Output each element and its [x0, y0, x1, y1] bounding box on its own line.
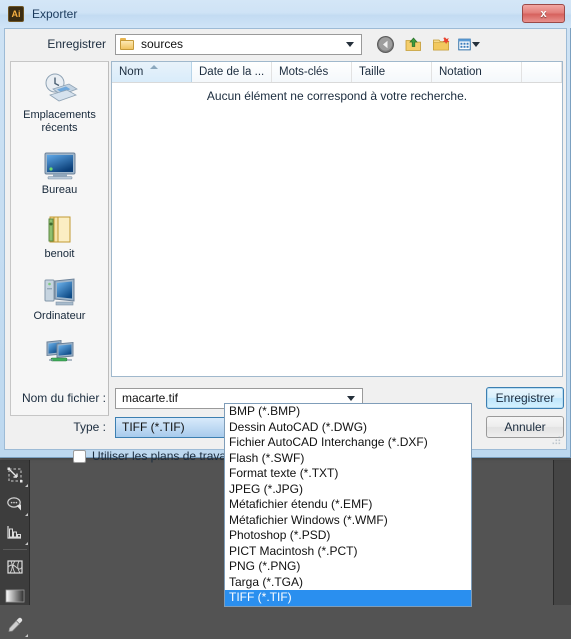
symbol-sprayer-tool[interactable] — [0, 489, 30, 518]
file-list-view[interactable]: Nom Date de la ... Mots-clés Taille Nota… — [111, 61, 563, 377]
filetype-option[interactable]: Targa (*.TGA) — [225, 575, 471, 591]
save-button[interactable]: Enregistrer — [486, 387, 564, 409]
filetype-option[interactable]: JPEG (*.JPG) — [225, 482, 471, 498]
use-artboards-label: Utiliser les plans de travail ( — [92, 449, 239, 463]
close-button[interactable]: x — [522, 4, 565, 23]
views-icon — [458, 38, 471, 50]
new-folder-icon — [432, 36, 449, 50]
filetype-option[interactable]: BMP (*.BMP) — [225, 404, 471, 420]
nav-button-group — [374, 33, 480, 55]
column-header-date[interactable]: Date de la ... — [192, 62, 272, 82]
place-label: Bureau — [41, 184, 78, 196]
filetype-option[interactable]: Format texte (*.TXT) — [225, 466, 471, 482]
right-dock-panel — [553, 460, 571, 605]
column-header-rating[interactable]: Notation — [432, 62, 522, 82]
mesh-icon — [7, 559, 23, 574]
place-item-network[interactable] — [11, 329, 108, 374]
user-folder-icon — [48, 216, 70, 243]
column-graph-icon — [7, 525, 21, 539]
filetype-option[interactable]: Flash (*.SWF) — [225, 451, 471, 467]
filetype-option[interactable]: PICT Macintosh (*.PCT) — [225, 544, 471, 560]
navigation-toolbar: Enregistrer sources — [5, 29, 566, 59]
place-label: Ordinateur — [33, 310, 86, 322]
place-label: benoit — [44, 248, 75, 260]
tool-flyout-corner — [25, 634, 28, 637]
filetype-option[interactable]: Dessin AutoCAD (*.DWG) — [225, 420, 471, 436]
place-item-recent[interactable]: Emplacements récents — [11, 62, 108, 141]
dialog-body: Enregistrer sources Emplacements récents… — [4, 28, 567, 463]
tool-flyout-corner — [25, 484, 28, 487]
file-list-header: Nom Date de la ... Mots-clés Taille Nota… — [112, 62, 562, 83]
up-folder-button[interactable] — [402, 33, 424, 55]
tool-flyout-corner — [25, 542, 28, 545]
filetype-option[interactable]: PNG (*.PNG) — [225, 559, 471, 575]
new-folder-button[interactable] — [430, 33, 452, 55]
use-artboards-row[interactable]: Utiliser les plans de travail ( — [73, 449, 239, 463]
place-item-computer[interactable]: Ordinateur — [11, 267, 108, 329]
tool-flyout-corner — [25, 513, 28, 516]
filetype-option[interactable]: Photoshop (*.PSD) — [225, 528, 471, 544]
illustrator-app-icon: Ai — [8, 6, 24, 22]
column-header-extra[interactable] — [522, 62, 562, 82]
chevron-down-icon — [472, 41, 480, 47]
places-sidebar: Emplacements récents Bureau benoit Ordin… — [10, 61, 109, 416]
desktop-icon — [44, 152, 75, 180]
dialog-title: Exporter — [32, 7, 78, 21]
save-in-label: Enregistrer — [47, 37, 106, 51]
empty-list-message: Aucun élément ne correspond à votre rech… — [206, 89, 468, 103]
free-transform-tool[interactable] — [0, 460, 30, 489]
views-button[interactable] — [458, 33, 480, 55]
filetype-option[interactable]: TIFF (*.TIF) — [225, 590, 471, 606]
back-button[interactable] — [374, 33, 396, 55]
column-header-name[interactable]: Nom — [112, 62, 192, 82]
current-folder-name: sources — [141, 37, 184, 51]
filetype-option[interactable]: Métafichier étendu (*.EMF) — [225, 497, 471, 513]
filetype-value: TIFF (*.TIF) — [122, 420, 185, 434]
gradient-icon — [5, 589, 25, 602]
column-header-size[interactable]: Taille — [352, 62, 432, 82]
mesh-tool[interactable] — [0, 552, 30, 581]
resize-grip-icon[interactable] — [550, 434, 562, 446]
place-item-desktop[interactable]: Bureau — [11, 141, 108, 203]
filetype-option[interactable]: Métafichier Windows (*.WMF) — [225, 513, 471, 529]
filetype-label: Type : — [73, 420, 106, 434]
back-arrow-icon — [376, 35, 394, 53]
filetype-option[interactable]: Fichier AutoCAD Interchange (*.DXF) — [225, 435, 471, 451]
gradient-tool[interactable] — [0, 581, 30, 610]
column-graph-tool[interactable] — [0, 518, 30, 547]
symbol-sprayer-icon — [7, 496, 21, 510]
use-artboards-checkbox[interactable] — [73, 449, 86, 463]
network-icon — [46, 339, 73, 362]
column-header-label: Nom — [119, 66, 144, 78]
eyedropper-icon — [8, 617, 23, 632]
filetype-dropdown-list[interactable]: BMP (*.BMP) Dessin AutoCAD (*.DWG) Fichier… — [224, 403, 472, 607]
dialog-titlebar[interactable]: Ai Exporter x — [0, 0, 571, 28]
export-dialog: Ai Exporter x Enregistrer sources Emplac… — [0, 0, 571, 463]
column-header-keywords[interactable]: Mots-clés — [272, 62, 352, 82]
eyedropper-tool[interactable] — [0, 610, 30, 639]
recent-places-icon — [45, 73, 78, 102]
tool-divider — [3, 549, 27, 550]
free-transform-icon — [7, 467, 23, 482]
folder-icon — [120, 38, 134, 50]
chevron-down-icon — [347, 396, 355, 401]
up-folder-icon — [405, 36, 421, 51]
tools-panel — [0, 460, 30, 637]
filename-value: macarte.tif — [122, 391, 179, 405]
place-label: Emplacements récents — [23, 109, 96, 134]
computer-icon — [44, 278, 74, 306]
filename-label: Nom du fichier : — [21, 391, 106, 405]
place-item-user[interactable]: benoit — [11, 203, 108, 267]
chevron-down-icon — [346, 42, 354, 47]
save-in-combobox[interactable]: sources — [115, 33, 362, 55]
sort-ascending-icon — [150, 65, 158, 69]
